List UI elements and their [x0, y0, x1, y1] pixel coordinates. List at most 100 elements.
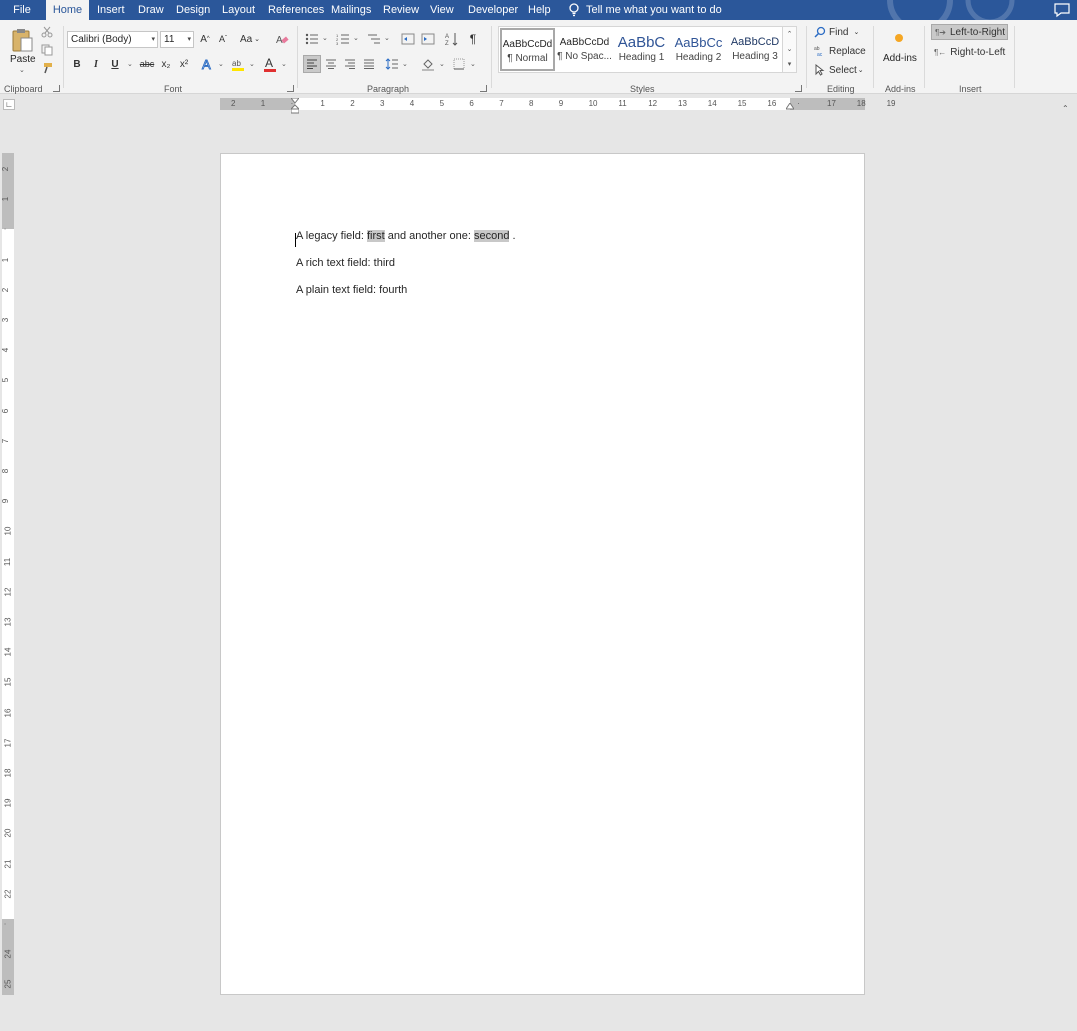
paragraph-legacy-field[interactable]: A legacy field: first and another one: s…	[296, 230, 516, 242]
ruler-tick-label: 13	[678, 99, 687, 108]
align-center-icon[interactable]	[323, 56, 339, 72]
shrink-font-button[interactable]: Aˇ	[216, 32, 230, 46]
find-button[interactable]: Find ⌄	[814, 25, 859, 39]
tab-home[interactable]: Home	[46, 0, 89, 20]
vertical-ruler[interactable]: 2 1 · 1 2 3 4 5 6 7 8 9 10 11 12 13 14 15 16 17 18 19 20 21 22 · 2…	[0, 153, 14, 995]
legacy-form-field-1[interactable]: first	[366, 230, 385, 242]
strikethrough-button[interactable]: abc	[138, 56, 156, 72]
font-dialog-launcher[interactable]	[287, 85, 294, 92]
format-painter-icon[interactable]	[40, 61, 54, 75]
ruler-tick-label: 1	[260, 99, 266, 108]
addins-button[interactable]: Add-ins	[883, 53, 917, 64]
document-page[interactable]: A legacy field: first and another one: s…	[220, 153, 865, 995]
paragraph-dialog-launcher[interactable]	[480, 85, 487, 92]
tab-layout[interactable]: Layout	[222, 0, 255, 20]
style-preview: AaBbCcDd	[502, 39, 553, 50]
ruler-tick-label: 3	[380, 99, 385, 108]
horizontal-ruler[interactable]: 2 1 · 1 2 3 4 5 6 7 8 9 10 11 12 13 14 15 16 · 17 18 19	[220, 97, 896, 114]
replace-button[interactable]: ab ac Replace	[814, 44, 866, 58]
style-heading-3[interactable]: AaBbCcD Heading 3	[728, 28, 782, 71]
style-no-spacing[interactable]: AaBbCcDd ¶ No Spac...	[557, 28, 612, 71]
right-to-left-button[interactable]: ¶← Right-to-Left	[931, 44, 1008, 60]
ruler-tick-label: 1	[1, 257, 11, 262]
tab-developer[interactable]: Developer	[468, 0, 518, 20]
tab-references[interactable]: References	[268, 0, 324, 20]
styles-gallery-scroll[interactable]: ⌃ ⌄ ▾	[783, 26, 797, 73]
paragraph-rich-text-field[interactable]: A rich text field: third	[296, 257, 395, 269]
tab-mailings[interactable]: Mailings	[331, 0, 371, 20]
align-right-icon[interactable]	[342, 56, 358, 72]
right-indent-marker[interactable]	[785, 102, 795, 110]
text-effects-dropdown[interactable]: ⌄	[218, 60, 224, 68]
text-effects-icon[interactable]: A	[200, 56, 216, 72]
clear-formatting-icon[interactable]: A	[274, 31, 290, 47]
underline-button[interactable]: U	[108, 56, 122, 72]
tab-view[interactable]: View	[430, 0, 454, 20]
clipboard-dialog-launcher[interactable]	[53, 85, 60, 92]
tab-help[interactable]: Help	[528, 0, 551, 20]
ruler-tick-label: 7	[1, 438, 11, 444]
font-color-icon[interactable]: A	[262, 55, 278, 73]
tab-selector[interactable]: ∟	[3, 99, 15, 110]
ruler-tick-label: 13	[3, 617, 13, 627]
font-name-combo[interactable]: Calibri (Body) ▾	[67, 31, 158, 48]
tell-me-search[interactable]: Tell me what you want to do	[568, 0, 722, 20]
tab-file[interactable]: File	[8, 0, 36, 20]
multilevel-dropdown[interactable]: ⌄	[384, 34, 390, 42]
line-spacing-dropdown[interactable]: ⌄	[402, 60, 408, 68]
bullets-dropdown[interactable]: ⌄	[322, 34, 328, 42]
ruler-tick-label: 25	[3, 979, 13, 989]
addins-icon[interactable]	[893, 32, 905, 44]
italic-button[interactable]: I	[89, 56, 103, 72]
shading-dropdown[interactable]: ⌄	[439, 60, 445, 68]
chevron-down-icon[interactable]: ⌄	[783, 42, 796, 57]
align-left-icon[interactable]	[303, 55, 321, 73]
justify-icon[interactable]	[361, 56, 377, 72]
comments-icon[interactable]	[1052, 2, 1072, 18]
bold-button[interactable]: B	[70, 56, 84, 72]
shading-icon[interactable]	[420, 56, 436, 72]
multilevel-list-icon[interactable]	[366, 32, 382, 46]
numbering-dropdown[interactable]: ⌄	[353, 34, 359, 42]
borders-dropdown[interactable]: ⌄	[470, 60, 476, 68]
sort-icon[interactable]: AZ	[444, 32, 460, 46]
line-spacing-icon[interactable]	[384, 56, 400, 72]
bullets-icon[interactable]	[304, 32, 320, 46]
chevron-up-icon[interactable]: ⌃	[783, 27, 796, 42]
paste-dropdown[interactable]: ⌄	[19, 66, 25, 74]
cut-icon[interactable]	[40, 25, 54, 39]
font-size-combo[interactable]: 11 ▾	[160, 31, 194, 48]
subscript-button[interactable]: x₂	[159, 56, 173, 72]
numbering-icon[interactable]: 123	[335, 32, 351, 46]
grow-font-button[interactable]: A ^	[198, 32, 212, 46]
tab-insert[interactable]: Insert	[97, 0, 125, 20]
change-case-button[interactable]: Aa ⌄	[238, 32, 262, 46]
style-heading-2[interactable]: AaBbCc Heading 2	[671, 28, 726, 71]
left-to-right-button[interactable]: ¶➔ Left-to-Right	[931, 24, 1008, 40]
highlight-dropdown[interactable]: ⌄	[249, 60, 255, 68]
show-marks-button[interactable]: ¶	[466, 31, 480, 47]
highlight-icon[interactable]: ab	[230, 56, 246, 72]
style-normal[interactable]: AaBbCcDd ¶ Normal	[500, 28, 555, 71]
styles-dialog-launcher[interactable]	[795, 85, 802, 92]
select-button[interactable]: Select ⌄	[814, 63, 864, 77]
decrease-indent-icon[interactable]	[400, 32, 416, 46]
style-preview: AaBbCcD	[730, 36, 780, 48]
tab-design[interactable]: Design	[176, 0, 210, 20]
underline-dropdown[interactable]: ⌄	[127, 60, 133, 68]
paragraph-plain-text-field[interactable]: A plain text field: fourth	[296, 284, 407, 296]
font-color-dropdown[interactable]: ⌄	[281, 60, 287, 68]
legacy-form-field-2[interactable]: second	[473, 230, 510, 242]
paste-button[interactable]	[8, 26, 36, 54]
tab-review[interactable]: Review	[383, 0, 419, 20]
more-styles-icon[interactable]: ▾	[783, 57, 796, 72]
collapse-ribbon-icon[interactable]: ⌃	[1062, 104, 1069, 113]
superscript-button[interactable]: x²	[177, 56, 191, 72]
copy-icon[interactable]	[40, 43, 54, 57]
tab-draw[interactable]: Draw	[138, 0, 164, 20]
increase-indent-icon[interactable]	[420, 32, 436, 46]
indent-marker[interactable]	[289, 97, 301, 114]
legacy-field-suffix: .	[509, 230, 516, 242]
borders-icon[interactable]	[451, 56, 467, 72]
style-heading-1[interactable]: AaBbC Heading 1	[614, 28, 669, 71]
